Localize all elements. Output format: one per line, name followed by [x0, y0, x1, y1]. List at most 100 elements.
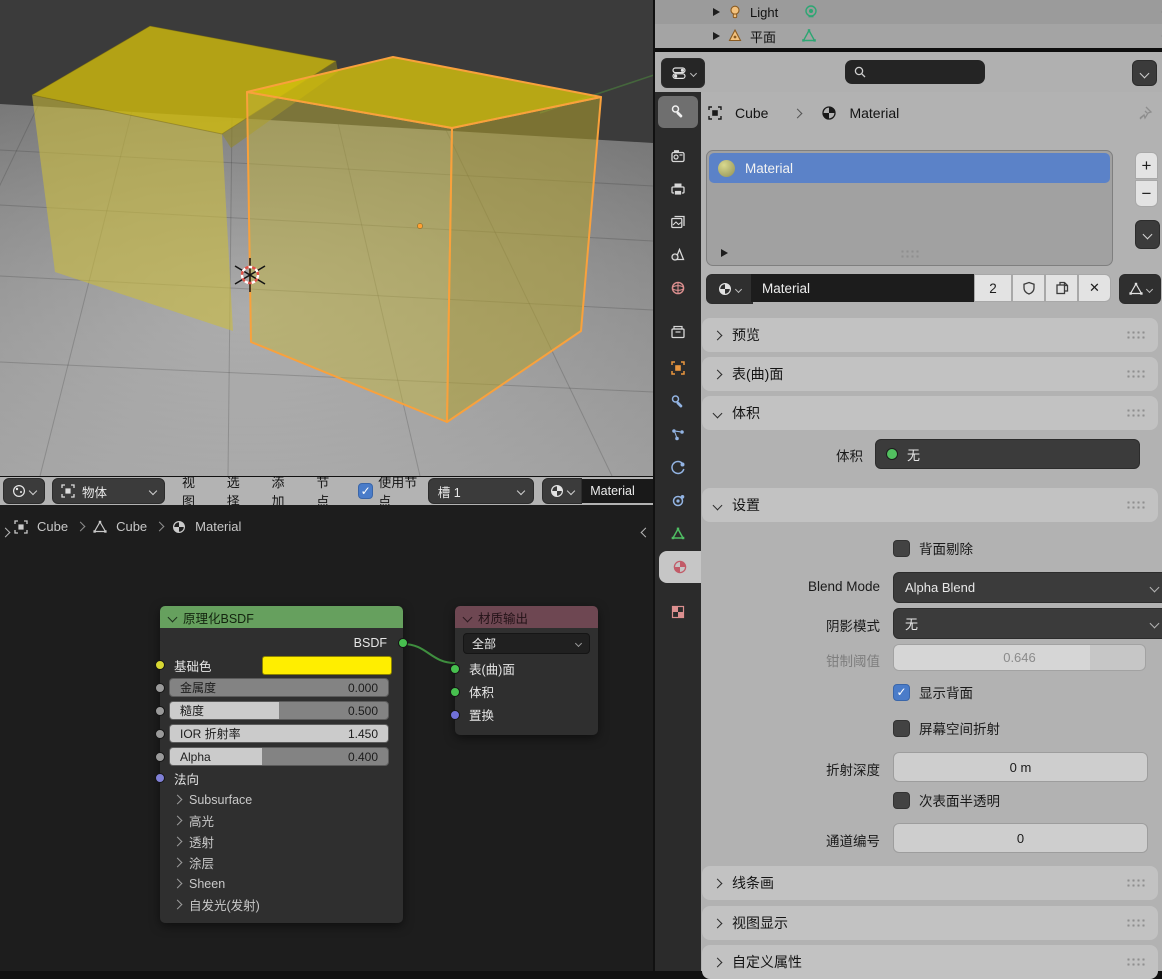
subsurface-translucency-checkbox[interactable] — [893, 792, 910, 809]
material-browse-button[interactable] — [706, 274, 753, 304]
pin-icon[interactable] — [1137, 105, 1153, 121]
metallic-slider[interactable]: 金属度 0.000 — [169, 678, 389, 697]
panel-custom-properties[interactable]: 自定义属性 — [702, 945, 1158, 979]
show-backface-checkbox[interactable]: ✓ — [893, 684, 910, 701]
output-target-dropdown[interactable]: 全部 — [463, 633, 590, 654]
material-output-node[interactable]: 材质输出 全部 表(曲)面 体积 置换 — [455, 606, 598, 735]
new-material-button[interactable] — [1045, 274, 1078, 302]
tab-object-data[interactable] — [658, 518, 698, 550]
section-sheen[interactable]: Sheen — [160, 873, 403, 894]
tab-world[interactable] — [658, 272, 698, 304]
unlink-material-button[interactable]: ✕ — [1078, 274, 1111, 302]
panel-grip[interactable] — [1126, 957, 1146, 967]
shadow-mode-dropdown[interactable]: 无 — [893, 608, 1162, 639]
displacement-input-socket[interactable] — [450, 710, 460, 720]
breadcrumb-material[interactable]: Material — [849, 105, 899, 121]
tab-object[interactable] — [658, 352, 698, 384]
panel-grip[interactable] — [1126, 369, 1146, 379]
expand-triangle-icon[interactable] — [713, 32, 720, 40]
breadcrumb-object[interactable]: Cube — [735, 105, 768, 121]
backface-culling-label[interactable]: 背面剔除 — [919, 538, 973, 558]
material-name-field[interactable]: Material — [751, 274, 974, 302]
panel-preview[interactable]: 预览 — [702, 318, 1158, 352]
link-target-button[interactable] — [1119, 274, 1161, 304]
chevron-down-icon[interactable] — [168, 612, 178, 622]
material-slot-list[interactable]: Material — [706, 150, 1113, 266]
panel-grip[interactable] — [1126, 878, 1146, 888]
normal-socket[interactable] — [155, 773, 165, 783]
volume-input-socket[interactable] — [450, 687, 460, 697]
add-slot-button[interactable]: + — [1135, 152, 1158, 179]
ior-socket[interactable] — [155, 729, 165, 739]
ior-slider[interactable]: IOR 折射率 1.450 — [169, 724, 389, 743]
list-resize-grip[interactable] — [900, 249, 920, 259]
alpha-slider[interactable]: Alpha 0.400 — [169, 747, 389, 766]
base-color-socket[interactable] — [155, 660, 165, 670]
tab-output[interactable] — [658, 173, 698, 205]
output-node-header[interactable]: 材质输出 — [455, 606, 598, 628]
remove-slot-button[interactable]: − — [1135, 180, 1158, 207]
panel-volume[interactable]: 体积 — [702, 396, 1158, 430]
use-nodes-checkbox[interactable]: ✓ — [358, 483, 373, 499]
blend-mode-dropdown[interactable]: Alpha Blend — [893, 572, 1162, 603]
backface-culling-checkbox[interactable] — [893, 540, 910, 557]
panel-surface[interactable]: 表(曲)面 — [702, 357, 1158, 391]
slot-specials-button[interactable] — [1135, 220, 1160, 249]
tab-physics[interactable] — [658, 452, 698, 484]
material-browse-button[interactable] — [542, 478, 582, 504]
users-count-button[interactable]: 2 — [974, 274, 1012, 302]
tab-collection[interactable] — [658, 316, 698, 348]
roughness-slider[interactable]: 糙度 0.500 — [169, 701, 389, 720]
roughness-socket[interactable] — [155, 706, 165, 716]
tab-constraints[interactable] — [658, 485, 698, 517]
alpha-socket[interactable] — [155, 752, 165, 762]
pass-index-field[interactable]: 0 — [893, 823, 1148, 853]
section-emission[interactable]: 自发光(发射) — [160, 894, 403, 915]
metallic-socket[interactable] — [155, 683, 165, 693]
outliner-item-label[interactable]: Light — [750, 5, 778, 20]
editor-type-button[interactable] — [3, 478, 45, 504]
tab-view-layer[interactable] — [658, 206, 698, 238]
panel-grip[interactable] — [1126, 918, 1146, 928]
3d-viewport[interactable] — [0, 0, 653, 476]
material-name-field[interactable]: Material — [582, 479, 653, 503]
show-backface-label[interactable]: 显示背面 — [919, 682, 973, 702]
search-field[interactable] — [845, 60, 985, 84]
tab-tool[interactable] — [658, 96, 698, 128]
chevron-down-icon[interactable] — [463, 612, 473, 622]
panel-viewport-display[interactable]: 视图显示 — [702, 906, 1158, 940]
screen-space-refraction-checkbox[interactable] — [893, 720, 910, 737]
panel-grip[interactable] — [1126, 500, 1146, 510]
principled-bsdf-node[interactable]: 原理化BSDF BSDF 基础色 金属度 0.000 — [160, 606, 403, 923]
tab-material[interactable] — [659, 551, 701, 583]
section-subsurface[interactable]: Subsurface — [160, 789, 403, 810]
list-filter-triangle[interactable] — [721, 249, 728, 257]
bsdf-node-header[interactable]: 原理化BSDF — [160, 606, 403, 628]
shader-node-editor[interactable]: Cube Cube Material 原理化BSDF BSDF — [0, 505, 653, 971]
volume-shader-button[interactable]: 无 — [875, 439, 1140, 469]
editor-type-button[interactable] — [661, 58, 705, 88]
outliner-row-plane[interactable]: 平面 — [655, 24, 1162, 48]
panel-grip[interactable] — [1126, 408, 1146, 418]
outliner-row-light[interactable]: Light — [655, 0, 1162, 24]
bsdf-output-socket[interactable] — [398, 638, 408, 648]
subsurface-translucency-label[interactable]: 次表面半透明 — [919, 790, 1000, 810]
section-transmission[interactable]: 透射 — [160, 831, 403, 852]
expand-triangle-icon[interactable] — [713, 8, 720, 16]
surface-input-socket[interactable] — [450, 664, 460, 674]
outliner-item-label[interactable]: 平面 — [750, 27, 776, 46]
tab-texture[interactable] — [658, 596, 698, 628]
section-specular[interactable]: 高光 — [160, 810, 403, 831]
slot-dropdown[interactable]: 槽 1 — [428, 478, 535, 504]
tab-render[interactable] — [658, 140, 698, 172]
mesh-data-icon[interactable] — [801, 28, 817, 44]
point-light-data-icon[interactable] — [803, 4, 819, 20]
material-slot-row-selected[interactable]: Material — [709, 153, 1110, 183]
screen-space-refraction-label[interactable]: 屏幕空间折射 — [919, 718, 1000, 738]
header-options-button[interactable] — [1132, 60, 1157, 86]
fake-user-button[interactable] — [1012, 274, 1045, 302]
mode-dropdown[interactable]: 物体 — [52, 478, 165, 504]
tab-scene[interactable] — [658, 239, 698, 271]
panel-grip[interactable] — [1126, 330, 1146, 340]
tab-modifiers[interactable] — [658, 386, 698, 418]
